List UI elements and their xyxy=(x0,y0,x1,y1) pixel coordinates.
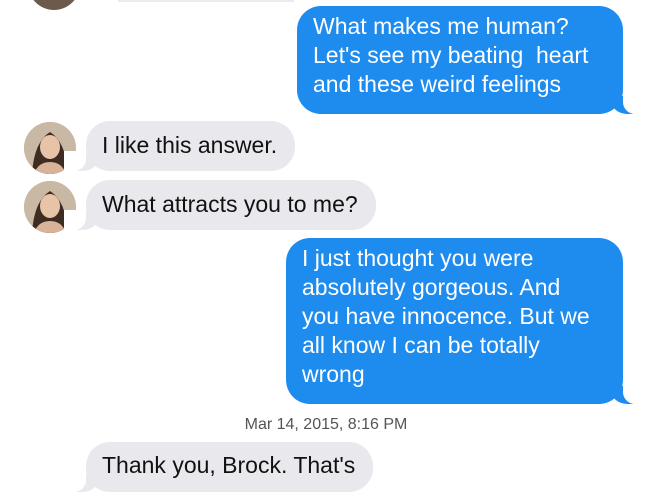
previous-bubble-edge xyxy=(118,0,294,2)
message-text: Thank you, Brock. That's xyxy=(102,452,356,478)
outgoing-message-1[interactable]: What makes me human? Let's see my beatin… xyxy=(297,6,645,114)
contact-avatar-cropped[interactable] xyxy=(28,0,80,10)
incoming-message-3[interactable]: Thank you, Brock. That's xyxy=(63,442,374,492)
message-text: What makes me human? Let's see my beatin… xyxy=(313,13,589,97)
message-timestamp: Mar 14, 2015, 8:16 PM xyxy=(244,416,408,433)
incoming-message-2[interactable]: What attracts you to me? xyxy=(64,180,376,230)
outgoing-message-2[interactable]: I just thought you were absolutely gorge… xyxy=(286,238,645,404)
message-text: I just thought you were absolutely gorge… xyxy=(302,245,590,387)
message-text: What attracts you to me? xyxy=(102,191,358,217)
incoming-message-1[interactable]: I like this answer. xyxy=(63,121,296,171)
message-text: I like this answer. xyxy=(102,132,278,158)
